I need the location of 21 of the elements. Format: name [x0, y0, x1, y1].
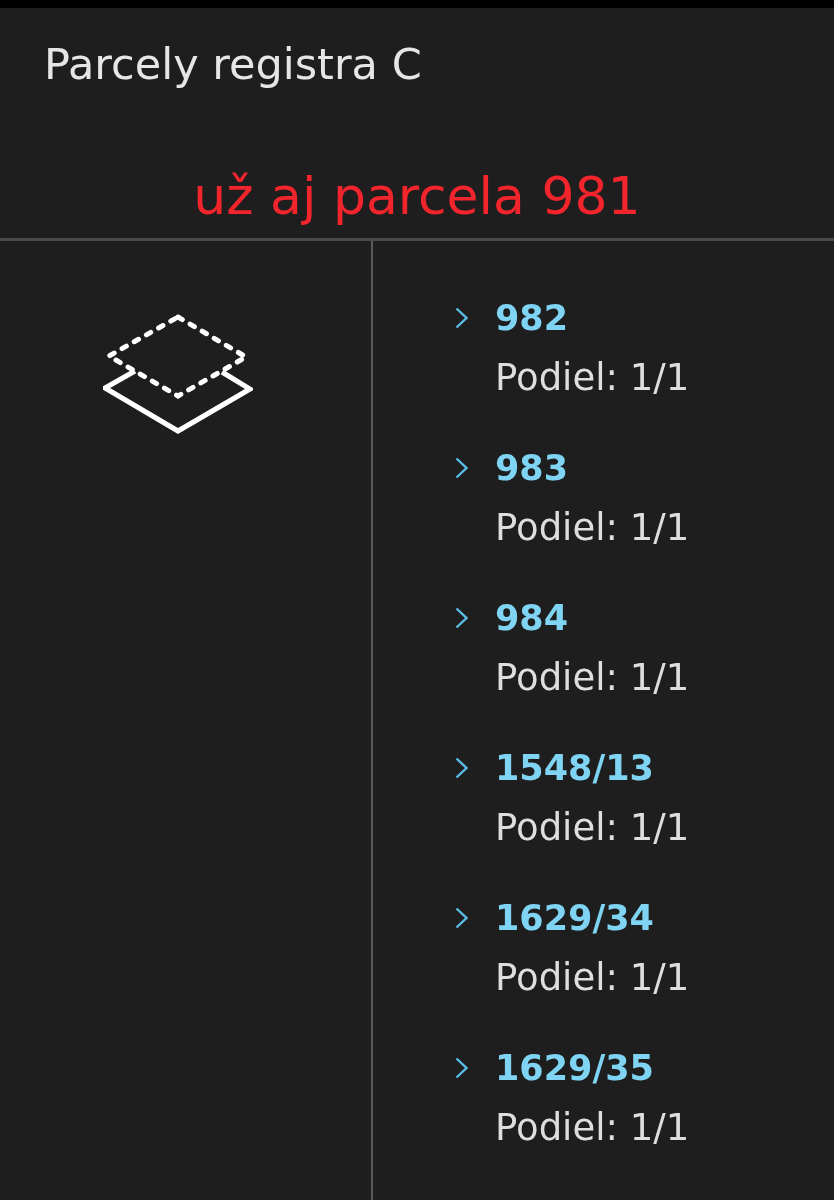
- parcel-number-link[interactable]: 983: [495, 446, 569, 490]
- share-text: Podiel: 1/1: [495, 1105, 690, 1151]
- share-text: Podiel: 1/1: [495, 805, 690, 851]
- chevron-right-icon[interactable]: [455, 307, 468, 329]
- share-text: Podiel: 1/1: [495, 955, 690, 1001]
- chevron-right-icon[interactable]: [455, 907, 468, 929]
- share-text: Podiel: 1/1: [495, 505, 690, 551]
- chevron-right-icon[interactable]: [455, 457, 468, 479]
- chevron-right-icon[interactable]: [455, 757, 468, 779]
- layers-icon: [102, 314, 253, 435]
- chevron-right-icon[interactable]: [455, 607, 468, 629]
- chevron-right-icon[interactable]: [455, 1057, 468, 1079]
- share-text: Podiel: 1/1: [495, 355, 690, 401]
- share-text: Podiel: 1/1: [495, 655, 690, 701]
- page-title: Parcely registra C: [44, 38, 422, 90]
- parcel-number-link[interactable]: 1629/35: [495, 1046, 654, 1090]
- parcel-number-link[interactable]: 984: [495, 596, 569, 640]
- parcel-number-link[interactable]: 1548/13: [495, 746, 654, 790]
- parcel-number-link[interactable]: 1629/34: [495, 896, 654, 940]
- parcel-number-link[interactable]: 982: [495, 296, 569, 340]
- annotation-text: už aj parcela 981: [193, 166, 641, 226]
